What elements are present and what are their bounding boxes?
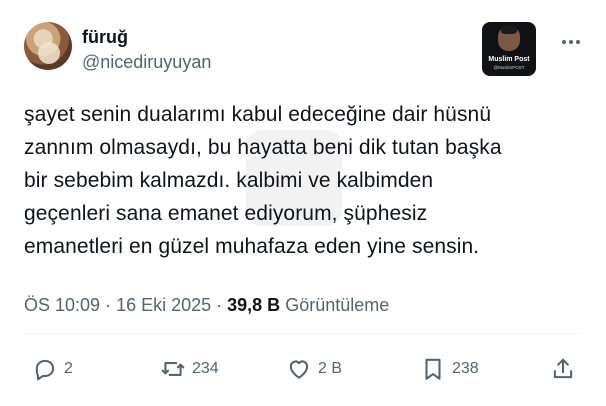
views-count[interactable]: 39,8 B — [227, 295, 280, 315]
avatar[interactable] — [24, 22, 72, 70]
heart-icon — [289, 360, 309, 379]
affiliate-badge[interactable]: Muslim Post @MuslimPOST — [482, 22, 536, 76]
divider — [24, 333, 580, 334]
tweet-date[interactable]: 16 Eki 2025 — [116, 295, 211, 315]
tweet-text-line: bir sebebim kalmazdı. kalbimi ve kalbimd… — [24, 169, 434, 192]
reply-button[interactable]: 2 — [32, 352, 73, 386]
bookmark-icon — [425, 358, 441, 380]
action-bar: 2 234 2 B 238 — [24, 352, 580, 386]
tweet-text-line: emanetleri en güzel muhafaza eden yine s… — [24, 235, 480, 258]
meta-separator: · — [100, 295, 117, 315]
repost-count: 234 — [192, 360, 219, 377]
tweet-time[interactable]: ÖS 10:09 — [24, 295, 100, 315]
reply-icon — [35, 359, 55, 381]
tweet-text-line: geçenleri sana emanet ediyorum, şüphesiz — [24, 202, 428, 225]
like-button[interactable]: 2 B — [286, 352, 342, 386]
user-handle[interactable]: @nicediruyuyan — [82, 50, 211, 74]
bookmark-count: 238 — [452, 360, 479, 377]
share-icon — [553, 358, 573, 379]
repost-icon — [161, 362, 185, 376]
share-button[interactable] — [550, 352, 576, 386]
tweet-meta: ÖS 10:09 · 16 Eki 2025 · 39,8 B Görüntül… — [24, 293, 389, 317]
tweet-header: füruğ @nicediruyuyan Muslim Post @Muslim… — [24, 22, 584, 82]
user-names: füruğ @nicediruyuyan — [82, 26, 211, 74]
display-name[interactable]: füruğ — [82, 26, 211, 48]
badge-avatar-image — [498, 25, 520, 51]
like-count: 2 B — [318, 360, 343, 377]
more-icon[interactable] — [559, 30, 583, 54]
views-label: Görüntüleme — [285, 295, 390, 315]
bookmark-button[interactable]: 238 — [420, 352, 479, 386]
tweet-text-line: şayet senin dualarımı kabul edeceğine da… — [24, 103, 492, 126]
reply-count: 2 — [64, 360, 73, 377]
tweet-text-line: zannım olmasaydı, bu hayatta beni dik tu… — [24, 136, 502, 159]
repost-button[interactable]: 234 — [160, 352, 219, 386]
badge-subtitle: @MuslimPOST — [493, 65, 525, 70]
tweet-text: şayet senin dualarımı kabul edeceğine da… — [24, 98, 584, 263]
meta-separator: · — [211, 295, 228, 315]
badge-title: Muslim Post — [488, 56, 530, 63]
tweet: füruğ @nicediruyuyan Muslim Post @Muslim… — [0, 0, 606, 406]
